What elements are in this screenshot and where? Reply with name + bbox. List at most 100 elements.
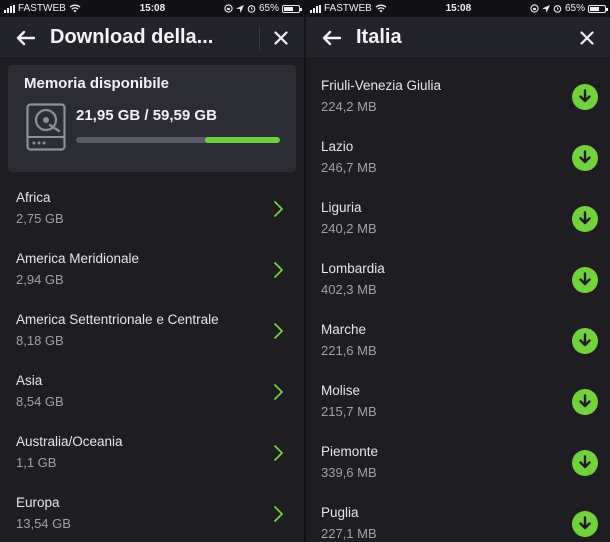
storage-card: Memoria disponibile 21,95 GB / 59,59 GB [8,65,296,172]
region-list-item[interactable]: Africa 2,75 GB [0,178,304,239]
region-list-item[interactable]: Asia 8,54 GB [0,361,304,422]
chevron-right-icon [270,443,286,463]
region-list-item: Piemonte 339,6 MB [306,432,610,493]
download-button[interactable] [572,205,598,232]
region-name: Liguria [321,200,362,215]
region-list-item: Puglia 227,1 MB [306,493,610,542]
divider [259,25,260,50]
back-button[interactable] [316,23,346,53]
download-button[interactable] [572,327,598,354]
download-icon [579,333,591,347]
battery-label: 65% [258,3,279,14]
carrier-label: FASTWEB [18,3,66,14]
close-button[interactable] [268,23,294,53]
region-list-item: Molise 215,7 MB [306,371,610,432]
download-icon [579,394,591,408]
chevron-right-icon [270,504,286,524]
status-bar: FASTWEB 15:08 65% [0,0,304,17]
region-name: Piemonte [321,444,379,459]
italy-regions-screen: FASTWEB 15:08 65% Italia Friuli-Venezia … [306,0,610,542]
region-list-item: Liguria 240,2 MB [306,188,610,249]
region-list-item[interactable]: America Settentrionale e Centrale 8,18 GB [0,300,304,361]
chevron-right-icon [270,321,286,341]
region-name: Molise [321,383,361,398]
region-name: Puglia [321,505,359,520]
region-list-item: Lazio 246,7 MB [306,127,610,188]
region-name: Lazio [321,139,354,154]
region-name: Australia/Oceania [16,434,123,449]
region-list: Africa 2,75 GB America Meridionale 2,94 GB A… [0,178,304,542]
region-size: 227,1 MB [321,526,377,541]
storage-progress-fill [204,137,280,143]
download-icon [579,89,591,103]
clock: 15:08 [139,3,166,14]
navigation-bar: Italia [306,17,610,59]
rotation-lock-icon [530,4,539,13]
download-button[interactable] [572,388,598,415]
region-list-item[interactable]: Europa 13,54 GB [0,483,304,542]
region-name: Europa [16,495,60,510]
close-icon [580,30,594,45]
region-name: Marche [321,322,367,337]
region-size: 8,54 GB [16,394,64,409]
page-title: Italia [356,26,402,48]
rotation-lock-icon [224,4,233,13]
download-icon [579,211,591,225]
region-size: 8,18 GB [16,333,64,348]
storage-label: Memoria disponibile [24,75,170,92]
region-list-item: Lombardia 402,3 MB [306,249,610,310]
download-button[interactable] [572,510,598,537]
region-name: Asia [16,373,43,388]
wifi-icon [69,4,81,13]
region-list-item[interactable]: America Meridionale 2,94 GB [0,239,304,300]
region-size: 240,2 MB [321,221,377,236]
signal-icon [310,4,321,13]
signal-icon [4,4,15,13]
region-size: 246,7 MB [321,160,377,175]
region-size: 215,7 MB [321,404,377,419]
storage-progress-bar [76,137,280,143]
download-icon [579,455,591,469]
region-list-item[interactable]: Australia/Oceania 1,1 GB [0,422,304,483]
battery-icon [587,4,608,13]
region-size: 224,2 MB [321,99,377,114]
download-button[interactable] [572,144,598,171]
chevron-right-icon [270,382,286,402]
location-icon [235,4,244,13]
wifi-icon [375,4,387,13]
download-icon [579,150,591,164]
regions-screen: FASTWEB 15:08 65% Download della... Memo… [0,0,304,542]
download-button[interactable] [572,83,598,110]
navigation-bar: Download della... [0,17,304,59]
region-size: 402,3 MB [321,282,377,297]
download-button[interactable] [572,449,598,476]
region-list-item: Friuli-Venezia Giulia 224,2 MB [306,66,610,127]
back-arrow-icon [322,30,341,45]
region-size: 2,94 GB [16,272,64,287]
storage-value: 21,95 GB / 59,59 GB [76,107,217,124]
back-button[interactable] [10,23,40,53]
battery-icon [281,4,302,13]
back-arrow-icon [16,30,35,45]
region-name: Lombardia [321,261,385,276]
region-size: 13,54 GB [16,516,71,531]
region-name: America Meridionale [16,251,140,266]
alarm-icon [247,5,256,13]
chevron-right-icon [270,199,286,219]
close-button[interactable] [574,23,600,53]
download-button[interactable] [572,266,598,293]
italy-region-list: Friuli-Venezia Giulia 224,2 MB Lazio 246,7 … [306,66,610,542]
region-name: Africa [16,190,51,205]
region-list-item: Marche 221,6 MB [306,310,610,371]
region-size: 2,75 GB [16,211,64,226]
page-title: Download della... [50,26,214,48]
location-icon [541,4,550,13]
status-bar: FASTWEB 15:08 65% [306,0,610,17]
download-icon [579,272,591,286]
alarm-icon [553,5,562,13]
clock: 15:08 [445,3,472,14]
battery-label: 65% [564,3,585,14]
close-icon [274,30,288,45]
hard-drive-icon [26,103,66,151]
region-name: Friuli-Venezia Giulia [321,78,442,93]
